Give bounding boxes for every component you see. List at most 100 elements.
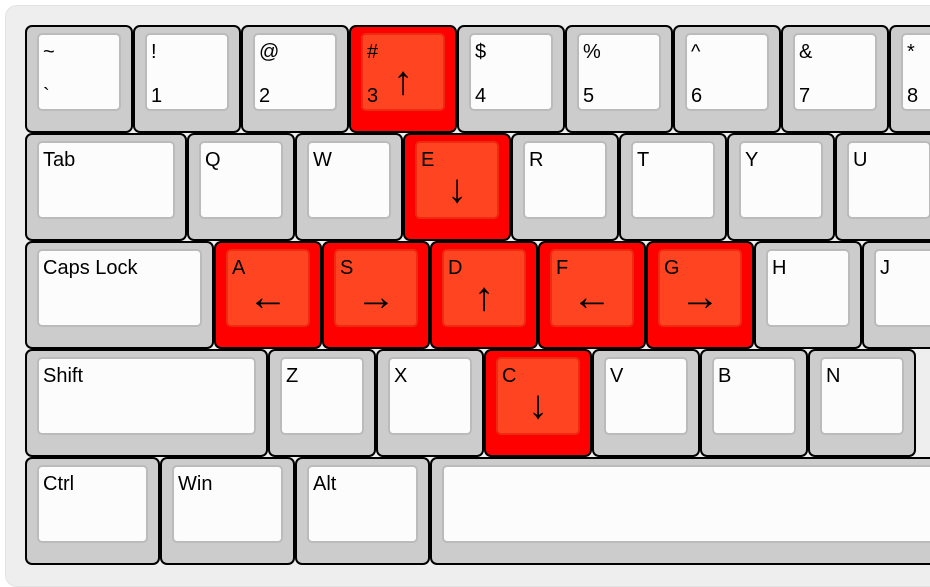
key-j[interactable]: J <box>862 241 930 349</box>
key-shift[interactable]: Shift <box>25 349 268 457</box>
keycap: D ↑ <box>442 249 526 327</box>
key-label-top: V <box>610 365 624 387</box>
key-label-top: R <box>529 149 544 171</box>
key-1[interactable]: ! 1 <box>133 25 241 133</box>
key-label-top: Ctrl <box>43 473 75 495</box>
keycap: F ← <box>550 249 634 327</box>
keycap: V <box>604 357 688 435</box>
keycap: R <box>523 141 607 219</box>
key-label-bottom: ` <box>43 85 50 107</box>
key-z[interactable]: Z <box>268 349 376 457</box>
key-v[interactable]: V <box>592 349 700 457</box>
key-label-top: @ <box>259 41 280 63</box>
keycap: % 5 <box>577 33 661 111</box>
key-2[interactable]: @2 <box>241 25 349 133</box>
keycap: J <box>874 249 930 327</box>
key-alt[interactable]: Alt <box>295 457 430 565</box>
arrow-right-icon: → <box>680 275 720 319</box>
keycap: Z <box>280 357 364 435</box>
key-4[interactable]: $4 <box>457 25 565 133</box>
key-label-top: N <box>826 365 841 387</box>
key-label-top: % <box>583 41 601 63</box>
key-label-top: J <box>880 257 890 279</box>
key-x[interactable]: X <box>376 349 484 457</box>
key-label-bottom: 8 <box>907 85 919 107</box>
key-3[interactable]: #3 ↑ <box>349 25 457 133</box>
key-s[interactable]: S → <box>322 241 430 349</box>
key-n[interactable]: N <box>808 349 916 457</box>
keycap: * 8 <box>901 33 930 111</box>
key-space[interactable] <box>430 457 930 565</box>
key-tab[interactable]: Tab <box>25 133 187 241</box>
keycap: @2 <box>253 33 337 111</box>
key-label-top: ~ <box>43 41 55 63</box>
key-label-top: Q <box>205 149 221 171</box>
key-g[interactable]: G → <box>646 241 754 349</box>
keycap: ~ ` <box>37 33 121 111</box>
keycap: Ctrl <box>37 465 148 543</box>
key-7[interactable]: & 7 <box>781 25 889 133</box>
key-t[interactable]: T <box>619 133 727 241</box>
keycap: U <box>847 141 930 219</box>
key-label-top: W <box>313 149 332 171</box>
key-label-top: Alt <box>313 473 337 495</box>
key-win[interactable]: Win <box>160 457 295 565</box>
keycap: T <box>631 141 715 219</box>
key-label-bottom: 4 <box>475 85 487 107</box>
key-u[interactable]: U <box>835 133 930 241</box>
key-w[interactable]: W <box>295 133 403 241</box>
keycap: Win <box>172 465 283 543</box>
key-caps-lock[interactable]: Caps Lock <box>25 241 214 349</box>
key-label-top: & <box>799 41 813 63</box>
keycap: Tab <box>37 141 175 219</box>
key-8[interactable]: * 8 <box>889 25 930 133</box>
key-a[interactable]: A ← <box>214 241 322 349</box>
keycap: Caps Lock <box>37 249 202 327</box>
key-label-top: H <box>772 257 787 279</box>
arrow-up-icon: ↑ <box>474 275 494 319</box>
keycap: W <box>307 141 391 219</box>
key-d[interactable]: D ↑ <box>430 241 538 349</box>
key-ctrl[interactable]: Ctrl <box>25 457 160 565</box>
key-r[interactable]: R <box>511 133 619 241</box>
key-5[interactable]: % 5 <box>565 25 673 133</box>
keycap: Y <box>739 141 823 219</box>
key-label-top: Caps Lock <box>43 257 138 279</box>
key-label-bottom: 2 <box>259 85 271 107</box>
key-label-top: $ <box>475 41 487 63</box>
keycap: X <box>388 357 472 435</box>
key-label-top: B <box>718 365 732 387</box>
arrow-down-icon: ↓ <box>447 167 467 211</box>
keycap: N <box>820 357 904 435</box>
keycap: & 7 <box>793 33 877 111</box>
keycap: C ↓ <box>496 357 580 435</box>
key-label-bottom: 1 <box>151 85 163 107</box>
key-6[interactable]: ^ 6 <box>673 25 781 133</box>
key-label-top: Y <box>745 149 759 171</box>
key-y[interactable]: Y <box>727 133 835 241</box>
key-label-top: Tab <box>43 149 76 171</box>
key-label-top: ^ <box>691 41 701 63</box>
key-label-top: Z <box>286 365 299 387</box>
key-label-top: Win <box>178 473 213 495</box>
key-label-top: T <box>637 149 650 171</box>
keycap: H <box>766 249 850 327</box>
arrow-right-icon: → <box>356 275 396 319</box>
key-label-top: U <box>853 149 868 171</box>
keycap: Alt <box>307 465 418 543</box>
key-label-top: X <box>394 365 408 387</box>
arrow-up-icon: ↑ <box>393 59 413 103</box>
keycap: G → <box>658 249 742 327</box>
key-label-top: Shift <box>43 365 84 387</box>
key-h[interactable]: H <box>754 241 862 349</box>
keycap: ! 1 <box>145 33 229 111</box>
arrow-left-icon: ← <box>248 275 288 319</box>
key-q[interactable]: Q <box>187 133 295 241</box>
key-f[interactable]: F ← <box>538 241 646 349</box>
key-b[interactable]: B <box>700 349 808 457</box>
key-`[interactable]: ~ ` <box>25 25 133 133</box>
arrow-down-icon: ↓ <box>528 383 548 427</box>
key-e[interactable]: E ↓ <box>403 133 511 241</box>
key-label-bottom: 6 <box>691 85 703 107</box>
key-c[interactable]: C ↓ <box>484 349 592 457</box>
